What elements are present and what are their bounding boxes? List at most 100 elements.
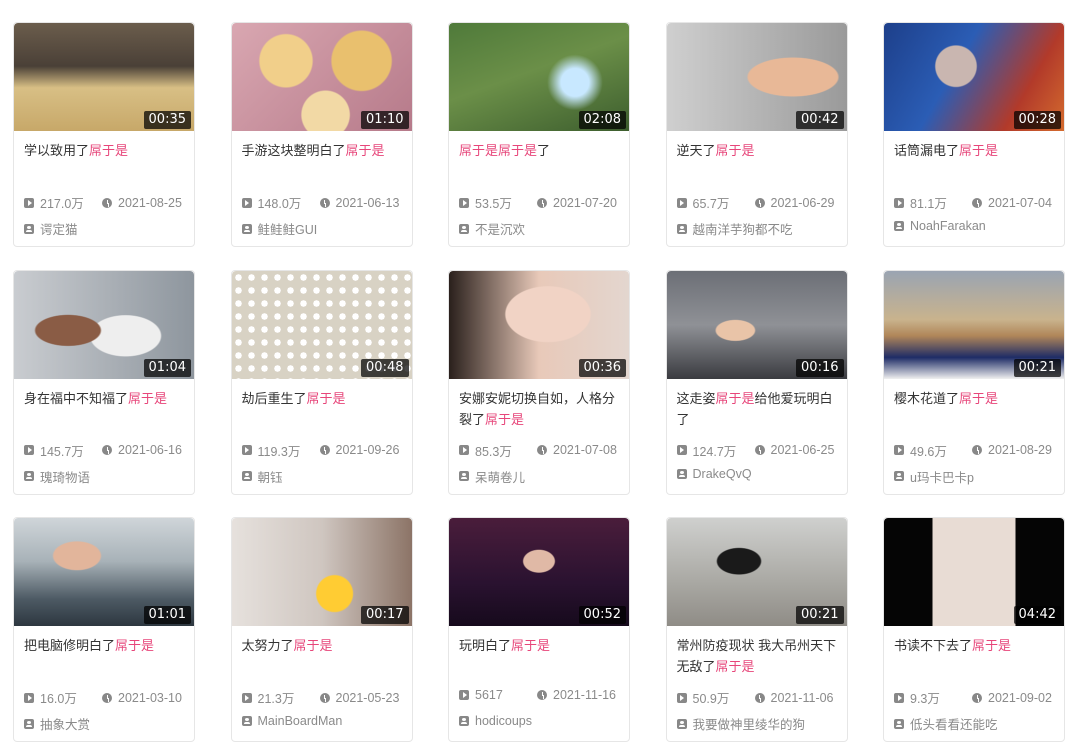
play-count-icon	[676, 197, 687, 208]
video-card[interactable]: 01:04 身在福中不知福了屌于是 145.7万 2021-06-16 瑰琦物语	[13, 269, 195, 495]
video-thumbnail[interactable]: 00:36	[449, 270, 629, 379]
video-title[interactable]: 劫后重生了屌于是	[232, 388, 412, 430]
video-card[interactable]: 00:48 劫后重生了屌于是 119.3万 2021-09-26 朝钰	[230, 269, 413, 495]
video-thumbnail[interactable]: 00:28	[884, 23, 1064, 131]
video-card[interactable]: 00:52 玩明白了屌于是 5617 2021-11-16 hodicoups	[448, 517, 630, 742]
video-stats: 85.3万 2021-07-08	[459, 441, 623, 460]
video-thumbnail[interactable]: 00:35	[14, 23, 194, 131]
video-card[interactable]: 00:36 安娜安妮切换自如，人格分裂了屌于是 85.3万 2021-07-08…	[448, 269, 630, 495]
video-stats: 81.1万 2021-07-04	[894, 193, 1058, 212]
video-author[interactable]: 抽象大赏	[24, 714, 188, 733]
video-thumbnail[interactable]: 01:01	[14, 518, 194, 626]
video-thumbnail[interactable]: 04:42	[884, 518, 1064, 626]
video-title[interactable]: 这走姿屌于是给他爱玩明白了	[667, 388, 847, 430]
view-count: 217.0万	[40, 197, 84, 211]
video-thumbnail[interactable]: 00:16	[666, 270, 847, 379]
view-count: 85.3万	[475, 444, 512, 459]
author-name: 呆萌卷儿	[475, 470, 526, 485]
upload-date: 2021-06-13	[335, 195, 400, 210]
view-count: 124.7万	[692, 444, 737, 459]
view-count: 148.0万	[257, 197, 302, 211]
duration-badge: 00:17	[361, 606, 409, 624]
video-author[interactable]: 低头看看还能吃	[894, 714, 1058, 733]
video-title[interactable]: 安娜安妮切换自如，人格分裂了屌于是	[449, 388, 629, 430]
video-card[interactable]: 00:16 这走姿屌于是给他爱玩明白了 124.7万 2021-06-25 Dr…	[665, 269, 848, 495]
play-count-icon	[894, 197, 904, 208]
video-title[interactable]: 身在福中不知福了屌于是	[14, 388, 194, 430]
video-stats: 50.9万 2021-11-06	[676, 688, 841, 707]
video-author[interactable]: 瑰琦物语	[24, 467, 188, 486]
author-name: 朝钰	[257, 470, 283, 485]
video-card[interactable]: 00:35 学以致用了屌于是 217.0万 2021-08-25 谔定猫	[13, 22, 195, 247]
video-card[interactable]: 02:08 屌于是屌于是了 53.5万 2021-07-20 不是沉欢	[448, 22, 630, 247]
video-card[interactable]: 00:28 话筒漏电了屌于是 81.1万 2021-07-04 NoahFara…	[883, 22, 1065, 247]
clock-icon	[102, 692, 112, 703]
title-text: 书读不下去了	[894, 638, 973, 653]
video-title[interactable]: 常州防疫现状 我大吊州天下无敌了屌于是	[667, 635, 847, 677]
video-thumbnail[interactable]: 00:52	[449, 518, 629, 626]
video-author[interactable]: 鲑鲑鲑GUI	[241, 219, 406, 238]
video-title[interactable]: 逆天了屌于是	[667, 140, 847, 182]
video-title[interactable]: 把电脑修明白了屌于是	[14, 635, 194, 677]
video-stats: 21.3万 2021-05-23	[241, 688, 406, 707]
user-icon	[241, 716, 252, 726]
video-author[interactable]: 谔定猫	[24, 219, 188, 238]
title-highlight: 屌于是	[89, 143, 129, 158]
title-highlight: 屌于是	[959, 390, 999, 406]
upload-date: 2021-07-08	[553, 443, 617, 457]
clock-icon	[319, 692, 330, 703]
duration-badge: 01:01	[143, 606, 191, 624]
video-author[interactable]: MainBoardMan	[241, 714, 406, 728]
author-name: 不是沉欢	[475, 223, 526, 237]
video-author[interactable]: 不是沉欢	[459, 219, 623, 238]
view-count: 81.1万	[910, 197, 947, 211]
user-icon	[24, 471, 34, 481]
video-thumbnail[interactable]: 00:17	[231, 518, 412, 626]
video-author[interactable]: hodicoups	[459, 714, 623, 728]
video-thumbnail[interactable]: 02:08	[449, 23, 629, 131]
title-highlight: 屌于是	[715, 143, 755, 158]
video-title[interactable]: 手游这块整明白了屌于是	[232, 140, 412, 182]
video-author[interactable]: 呆萌卷儿	[459, 467, 623, 486]
video-title[interactable]: 话筒漏电了屌于是	[884, 140, 1064, 182]
video-thumbnail[interactable]: 01:10	[231, 23, 412, 131]
author-name: MainBoardMan	[257, 714, 343, 728]
video-title[interactable]: 樱木花道了屌于是	[884, 388, 1064, 430]
video-title[interactable]: 学以致用了屌于是	[14, 140, 194, 182]
duration-badge: 00:48	[361, 358, 409, 377]
view-count: 119.3万	[257, 444, 301, 459]
play-count-icon	[241, 197, 252, 208]
title-text: 这走姿	[676, 390, 716, 406]
video-title[interactable]: 太努力了屌于是	[232, 635, 412, 677]
video-card[interactable]: 00:17 太努力了屌于是 21.3万 2021-05-23 MainBoard…	[230, 517, 413, 742]
clock-icon	[972, 197, 982, 208]
title-highlight: 屌于是	[715, 659, 755, 674]
video-card[interactable]: 00:42 逆天了屌于是 65.7万 2021-06-29 越南洋芋狗都不吃	[665, 22, 848, 247]
video-card[interactable]: 00:21 常州防疫现状 我大吊州天下无敌了屌于是 50.9万 2021-11-…	[665, 517, 848, 742]
video-thumbnail[interactable]: 00:48	[231, 270, 412, 379]
video-thumbnail[interactable]: 00:42	[666, 23, 847, 131]
play-count-icon	[894, 445, 904, 455]
video-card[interactable]: 01:10 手游这块整明白了屌于是 148.0万 2021-06-13 鲑鲑鲑G…	[230, 22, 413, 247]
video-title[interactable]: 屌于是屌于是了	[449, 140, 629, 182]
video-stats: 5617 2021-11-16	[459, 688, 623, 702]
user-icon	[676, 468, 687, 479]
clock-icon	[754, 197, 765, 208]
video-thumbnail[interactable]: 00:21	[666, 518, 847, 626]
video-card[interactable]: 00:21 樱木花道了屌于是 49.6万 2021-08-29 u玛卡巴卡p	[883, 269, 1065, 495]
video-card[interactable]: 04:42 书读不下去了屌于是 9.3万 2021-09-02 低头看看还能吃	[883, 517, 1065, 742]
video-author[interactable]: u玛卡巴卡p	[894, 467, 1058, 486]
video-card[interactable]: 01:01 把电脑修明白了屌于是 16.0万 2021-03-10 抽象大赏	[13, 517, 195, 742]
video-title[interactable]: 书读不下去了屌于是	[884, 635, 1064, 677]
video-thumbnail[interactable]: 00:21	[884, 270, 1064, 379]
video-author[interactable]: DrakeQvQ	[676, 467, 841, 481]
view-count: 50.9万	[692, 692, 730, 706]
video-title[interactable]: 玩明白了屌于是	[449, 635, 629, 677]
video-author[interactable]: 我要做神里绫华的狗	[676, 714, 841, 733]
video-author[interactable]: 朝钰	[241, 467, 406, 486]
title-text: 把电脑修明白了	[24, 638, 116, 653]
video-author[interactable]: NoahFarakan	[894, 219, 1058, 233]
video-author[interactable]: 越南洋芋狗都不吃	[676, 219, 841, 238]
video-thumbnail[interactable]: 01:04	[14, 270, 194, 379]
duration-badge: 00:35	[143, 111, 191, 129]
